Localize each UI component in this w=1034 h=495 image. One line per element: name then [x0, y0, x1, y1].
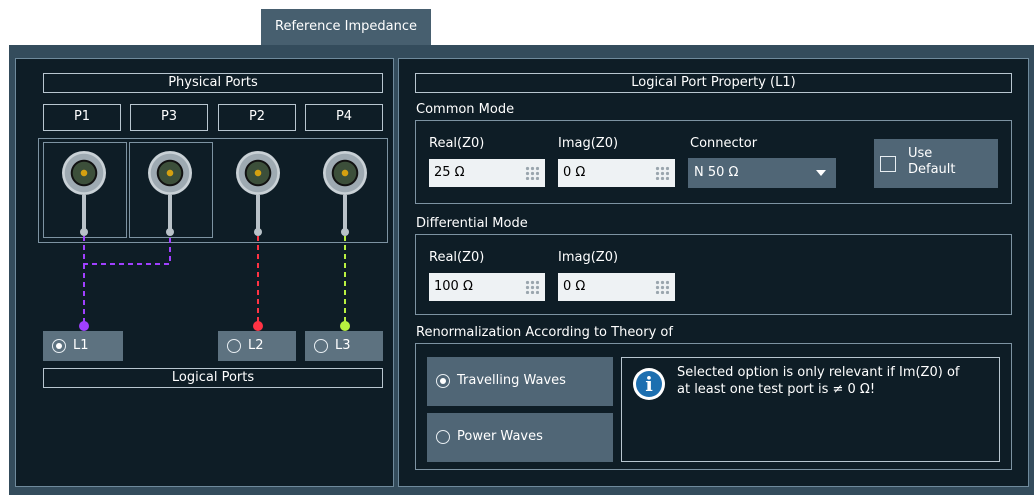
use-default-label-2: Default: [908, 162, 956, 177]
dialog-frame: Physical Ports P1 P3 P2 P4 L1 L2 L3 Logi…: [9, 45, 1034, 495]
port-topology-pane: Physical Ports P1 P3 P2 P4 L1 L2 L3 Logi…: [15, 58, 394, 487]
info-text-line-1: Selected option is only relevant if Im(Z…: [677, 365, 960, 380]
diff-real-value: 100 Ω: [434, 279, 473, 294]
common-real-label: Real(Z0): [429, 136, 485, 151]
logical-port-l3-label: L3: [335, 338, 351, 353]
power-waves-label: Power Waves: [457, 429, 543, 444]
connector-value: N 50 Ω: [694, 165, 739, 180]
connector-select[interactable]: N 50 Ω: [688, 158, 836, 188]
port-property-pane: Logical Port Property (L1) Common Mode R…: [398, 58, 1029, 487]
common-imag-label: Imag(Z0): [558, 136, 619, 151]
diff-imag-value: 0 Ω: [563, 279, 586, 294]
power-waves-option[interactable]: Power Waves: [427, 413, 613, 462]
common-real-value: 25 Ω: [434, 165, 465, 180]
use-default-check-icon: [880, 156, 896, 172]
differential-mode-title: Differential Mode: [416, 216, 528, 231]
renormalization-title: Renormalization According to Theory of: [416, 325, 673, 340]
use-default-label-1: Use: [908, 146, 933, 161]
logical-port-l1-label: L1: [73, 338, 89, 353]
keypad-icon[interactable]: [525, 166, 539, 180]
connector-label: Connector: [690, 136, 758, 151]
logical-port-dot-l1: [79, 321, 89, 331]
port-mapping-lines: [83, 236, 346, 324]
common-mode-title: Common Mode: [416, 102, 515, 117]
radio-l1[interactable]: [52, 339, 66, 353]
radio-l3[interactable]: [314, 339, 328, 353]
chevron-down-icon: [816, 170, 826, 176]
common-real-input[interactable]: 25 Ω: [429, 159, 545, 187]
logical-port-l3[interactable]: L3: [305, 331, 383, 361]
keypad-icon[interactable]: [655, 280, 669, 294]
travelling-waves-label: Travelling Waves: [457, 373, 566, 388]
diff-imag-label: Imag(Z0): [558, 250, 619, 265]
radio-power-waves[interactable]: [436, 430, 450, 444]
logical-port-dot-l3: [340, 321, 350, 331]
radio-l2[interactable]: [227, 339, 241, 353]
travelling-waves-option[interactable]: Travelling Waves: [427, 357, 613, 406]
info-text-line-2: at least one test port is ≠ 0 Ω!: [677, 382, 876, 397]
diff-imag-input[interactable]: 0 Ω: [558, 273, 675, 301]
radio-travelling-waves[interactable]: [436, 374, 450, 388]
port-property-title: Logical Port Property (L1): [415, 73, 1012, 93]
diff-real-input[interactable]: 100 Ω: [429, 273, 545, 301]
info-icon: i: [633, 368, 665, 400]
logical-port-dot-l2: [253, 321, 263, 331]
use-default-checkbox[interactable]: Use Default: [874, 139, 998, 188]
logical-port-l1[interactable]: L1: [43, 331, 123, 361]
diff-real-label: Real(Z0): [429, 250, 485, 265]
logical-ports-header: Logical Ports: [43, 368, 383, 388]
logical-port-l2[interactable]: L2: [218, 331, 296, 361]
common-imag-value: 0 Ω: [563, 165, 586, 180]
tab-reference-impedance[interactable]: Reference Impedance: [261, 9, 431, 45]
common-imag-input[interactable]: 0 Ω: [558, 159, 675, 187]
logical-port-l2-label: L2: [248, 338, 264, 353]
keypad-icon[interactable]: [655, 166, 669, 180]
keypad-icon[interactable]: [525, 280, 539, 294]
